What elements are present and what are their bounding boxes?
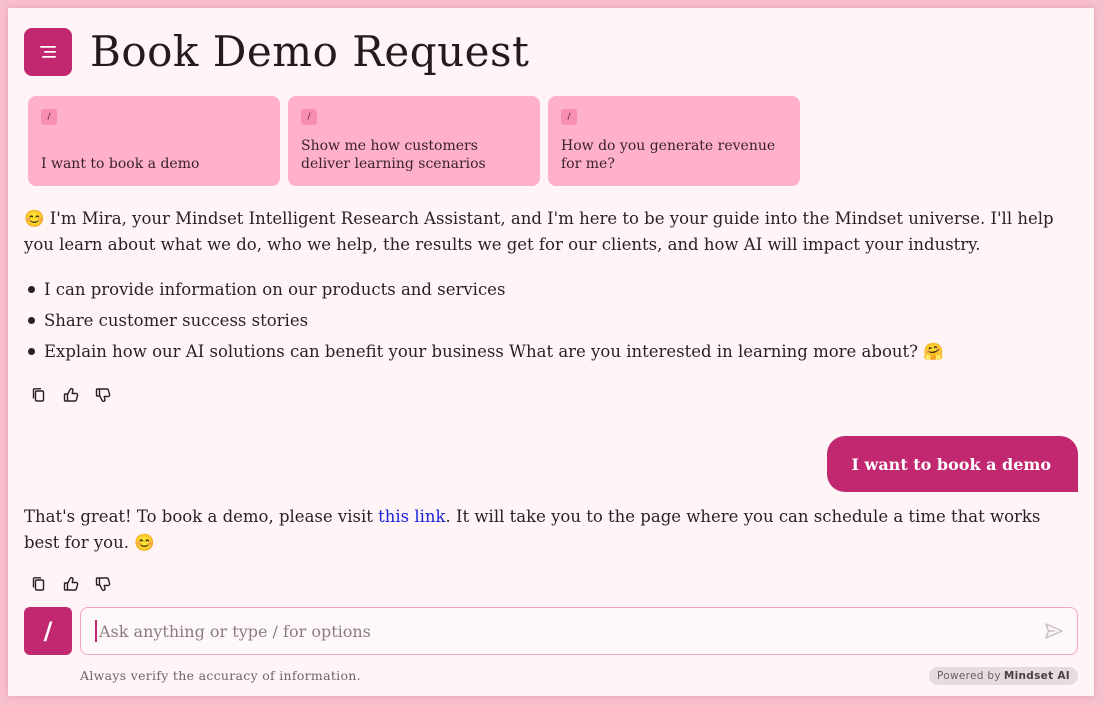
bullet-dot <box>28 348 35 355</box>
list-item: Share customer success stories <box>28 305 944 336</box>
message-actions <box>30 386 112 404</box>
assistant-message-reply: That's great! To book a demo, please vis… <box>24 504 1078 556</box>
message-input[interactable] <box>95 620 1043 642</box>
powered-brand: Mindset AI <box>1003 670 1070 682</box>
send-icon[interactable] <box>1043 620 1065 642</box>
slash-chip: / <box>561 109 577 125</box>
slash-chip: / <box>41 109 57 125</box>
assistant-message-intro: 😊 I'm Mira, your Mindset Intelligent Res… <box>24 209 1054 254</box>
bullet-dot <box>28 286 35 293</box>
suggestion-learning-scenarios[interactable]: / Show me how customers deliver learning… <box>288 96 540 186</box>
slash-chip: / <box>301 109 317 125</box>
suggestion-label: Show me how customers deliver learning s… <box>301 138 486 172</box>
header: Book Demo Request <box>24 28 529 76</box>
powered-by-badge[interactable]: Powered by Mindset AI <box>929 667 1078 685</box>
assistant-bullet-list: I can provide information on our product… <box>28 274 944 367</box>
suggestion-generate-revenue[interactable]: / How do you generate revenue for me? <box>548 96 800 186</box>
thumbs-up-icon[interactable] <box>62 575 80 593</box>
suggestion-book-demo[interactable]: / I want to book a demo <box>28 96 280 186</box>
composer: / <box>24 607 1078 655</box>
copy-icon[interactable] <box>30 386 48 404</box>
copy-icon[interactable] <box>30 575 48 593</box>
list-item: Explain how our AI solutions can benefit… <box>28 336 944 367</box>
suggestion-label: How do you generate revenue for me? <box>561 138 776 172</box>
suggestion-label: I want to book a demo <box>41 156 200 172</box>
thumbs-down-icon[interactable] <box>94 386 112 404</box>
thumbs-up-icon[interactable] <box>62 386 80 404</box>
chat-window: Book Demo Request / I want to book a dem… <box>8 8 1094 696</box>
list-item-text: I can provide information on our product… <box>44 280 506 299</box>
menu-lines-icon <box>40 46 56 58</box>
list-item: I can provide information on our product… <box>28 274 944 305</box>
user-message-bubble: I want to book a demo <box>827 436 1078 492</box>
slash-options-button[interactable]: / <box>24 607 72 655</box>
list-item-text: Explain how our AI solutions can benefit… <box>44 342 944 361</box>
disclaimer-text: Always verify the accuracy of informatio… <box>80 668 361 683</box>
demo-link[interactable]: this link <box>378 507 445 526</box>
powered-prefix: Powered by <box>937 670 1001 682</box>
bullet-dot <box>28 317 35 324</box>
message-actions <box>30 575 112 593</box>
page-title: Book Demo Request <box>90 27 530 76</box>
suggestion-list: / I want to book a demo / Show me how cu… <box>28 96 800 186</box>
menu-button[interactable] <box>24 28 72 76</box>
reply-text-start: That's great! To book a demo, please vis… <box>24 507 379 526</box>
thumbs-down-icon[interactable] <box>94 575 112 593</box>
list-item-text: Share customer success stories <box>44 311 309 330</box>
message-input-wrapper <box>80 607 1078 655</box>
